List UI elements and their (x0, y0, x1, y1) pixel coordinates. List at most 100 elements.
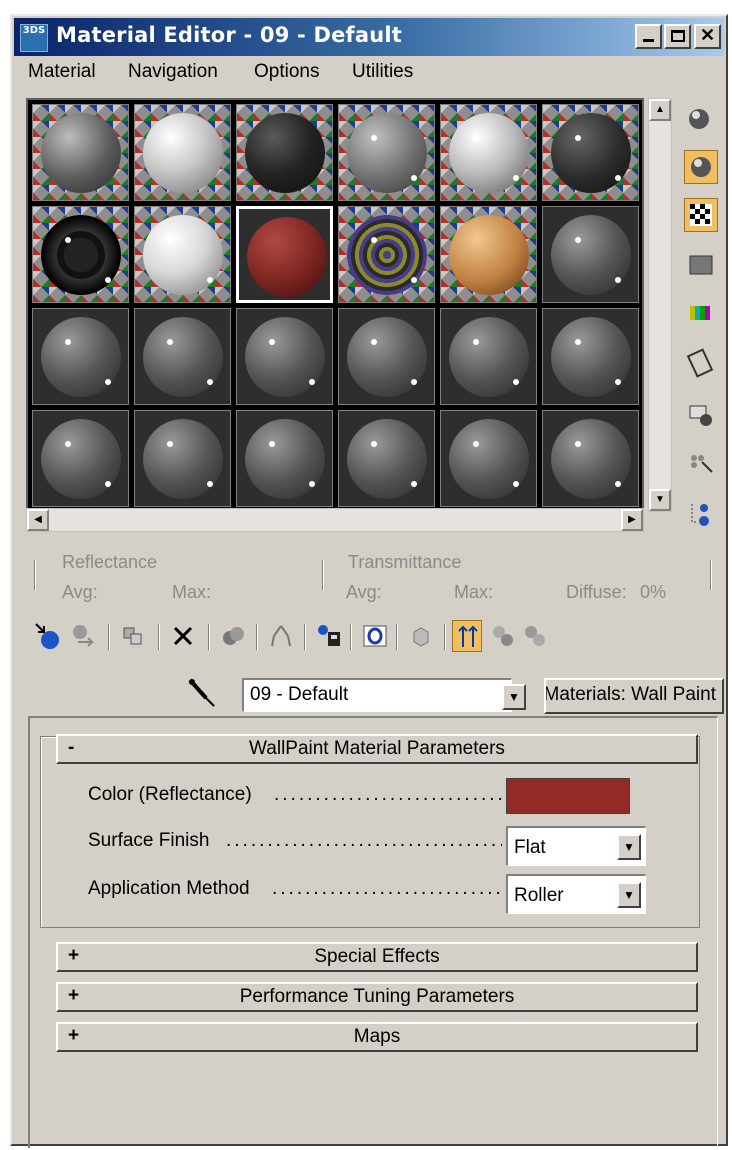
sample-slot[interactable] (440, 308, 537, 405)
go-to-parent-button[interactable] (452, 620, 482, 652)
sample-slot[interactable] (134, 104, 231, 201)
sample-slot[interactable] (236, 410, 333, 507)
specular-highlight (371, 135, 377, 141)
specular-highlight (411, 481, 417, 487)
make-preview-button[interactable] (684, 346, 718, 380)
performance-tuning-header[interactable]: + Performance Tuning Parameters (56, 982, 698, 1012)
special-effects-header[interactable]: + Special Effects (56, 942, 698, 972)
sample-slot[interactable] (236, 206, 333, 303)
sample-slot[interactable] (134, 308, 231, 405)
menu-navigation[interactable]: Navigation (128, 61, 218, 83)
show-map-in-viewport-button[interactable] (360, 620, 390, 652)
wallpaint-parameters-header[interactable]: - WallPaint Material Parameters (56, 734, 698, 764)
scroll-down-button[interactable]: ▼ (649, 489, 671, 511)
toolbar-separator (350, 624, 352, 650)
color-reflectance-swatch[interactable] (506, 778, 630, 814)
maps-header[interactable]: + Maps (56, 1022, 698, 1052)
application-method-select[interactable]: Roller ▼ (506, 874, 646, 914)
scroll-right-button[interactable]: ▶ (621, 509, 643, 531)
sample-uv-tiling-icon (689, 255, 713, 275)
surface-finish-dropdown[interactable]: ▼ (617, 834, 641, 860)
scroll-left-button[interactable]: ◀ (27, 509, 49, 531)
sample-slot[interactable] (440, 104, 537, 201)
material-effects-channel-button[interactable] (314, 620, 344, 652)
sample-slot[interactable] (32, 308, 129, 405)
backlight-icon (691, 157, 711, 177)
menu-utilities[interactable]: Utilities (352, 61, 413, 83)
application-method-dropdown[interactable]: ▼ (617, 882, 641, 908)
close-button[interactable]: ✕ (694, 24, 721, 49)
sample-slot[interactable] (32, 206, 129, 303)
app-icon: 3DS (20, 24, 48, 52)
sample-slot[interactable] (134, 206, 231, 303)
sample-slot[interactable] (134, 410, 231, 507)
dot-leader: ........................................… (274, 784, 502, 805)
material-type-button[interactable]: Materials: Wall Paint (544, 678, 724, 714)
sample-slot[interactable] (338, 104, 435, 201)
backlight-button[interactable] (684, 150, 718, 184)
sample-slot[interactable] (338, 206, 435, 303)
specular-highlight (65, 237, 71, 243)
sample-slot[interactable] (236, 104, 333, 201)
sample-slot[interactable] (338, 410, 435, 507)
title-bar[interactable]: 3DS Material Editor - 09 - Default ✕ (14, 18, 724, 56)
sample-uv-tiling-button[interactable] (684, 248, 718, 282)
material-name-dropdown[interactable]: ▼ (502, 684, 526, 710)
put-to-scene-button[interactable] (68, 620, 98, 652)
background-checker-icon (690, 204, 712, 226)
app-icon-label: 3DS (22, 25, 46, 36)
scroll-up-button[interactable]: ▲ (649, 99, 671, 121)
specular-highlight (65, 441, 71, 447)
menu-material[interactable]: Material (28, 61, 96, 83)
surface-finish-select[interactable]: Flat ▼ (506, 826, 646, 866)
specular-highlight (269, 339, 275, 345)
material-map-navigator-button[interactable] (684, 498, 718, 532)
sample-type-button[interactable] (684, 102, 718, 136)
minimize-button[interactable] (635, 24, 662, 49)
get-material-button[interactable] (32, 620, 62, 652)
options-icon (689, 405, 712, 426)
options-button[interactable] (684, 398, 718, 432)
specular-highlight (207, 379, 213, 385)
sample-slot[interactable] (236, 308, 333, 405)
assign-to-selection-icon (123, 627, 142, 645)
background-button[interactable] (684, 198, 718, 232)
sample-slot[interactable] (32, 104, 129, 201)
sample-horizontal-scrollbar[interactable]: ◀ ▶ (26, 508, 644, 532)
sample-slot[interactable] (542, 410, 639, 507)
sample-slot[interactable] (542, 308, 639, 405)
put-to-library-button[interactable] (266, 620, 296, 652)
chevron-down-icon: ▼ (508, 690, 520, 704)
select-by-material-button[interactable] (684, 446, 718, 480)
video-color-check-button[interactable] (684, 296, 718, 330)
menu-options[interactable]: Options (254, 61, 319, 83)
go-forward-to-sibling-button[interactable] (488, 620, 518, 652)
reflectance-stats: Reflectance Avg: Max: Transmittance Avg:… (26, 548, 726, 618)
specular-highlight (513, 175, 519, 181)
make-unique-button[interactable] (218, 620, 248, 652)
go-to-sibling-button[interactable] (520, 620, 550, 652)
scroll-left-icon: ◀ (34, 514, 42, 525)
sample-slot[interactable] (542, 104, 639, 201)
sample-slot[interactable] (542, 206, 639, 303)
stats-separator (322, 560, 324, 590)
application-method-label: Application Method (88, 878, 250, 899)
sample-slot[interactable] (440, 410, 537, 507)
specular-highlight (513, 379, 519, 385)
sample-slot[interactable] (32, 410, 129, 507)
maximize-icon (671, 30, 685, 42)
specular-highlight (473, 339, 479, 345)
maximize-button[interactable] (664, 24, 691, 49)
material-name-input[interactable]: 09 - Default (242, 678, 512, 712)
sample-vertical-scrollbar[interactable]: ▲ ▼ (648, 98, 672, 512)
reset-map-button[interactable] (168, 620, 198, 652)
reflectance-avg-label: Avg: (62, 582, 98, 602)
assign-to-selection-button[interactable] (118, 620, 148, 652)
specular-highlight (167, 441, 173, 447)
sample-slot[interactable] (338, 308, 435, 405)
default-sphere-preview (347, 317, 427, 397)
show-end-result-button[interactable] (406, 620, 436, 652)
sample-slot[interactable] (440, 206, 537, 303)
sample-slots-grid (26, 98, 644, 512)
pick-material-button[interactable] (184, 676, 220, 712)
